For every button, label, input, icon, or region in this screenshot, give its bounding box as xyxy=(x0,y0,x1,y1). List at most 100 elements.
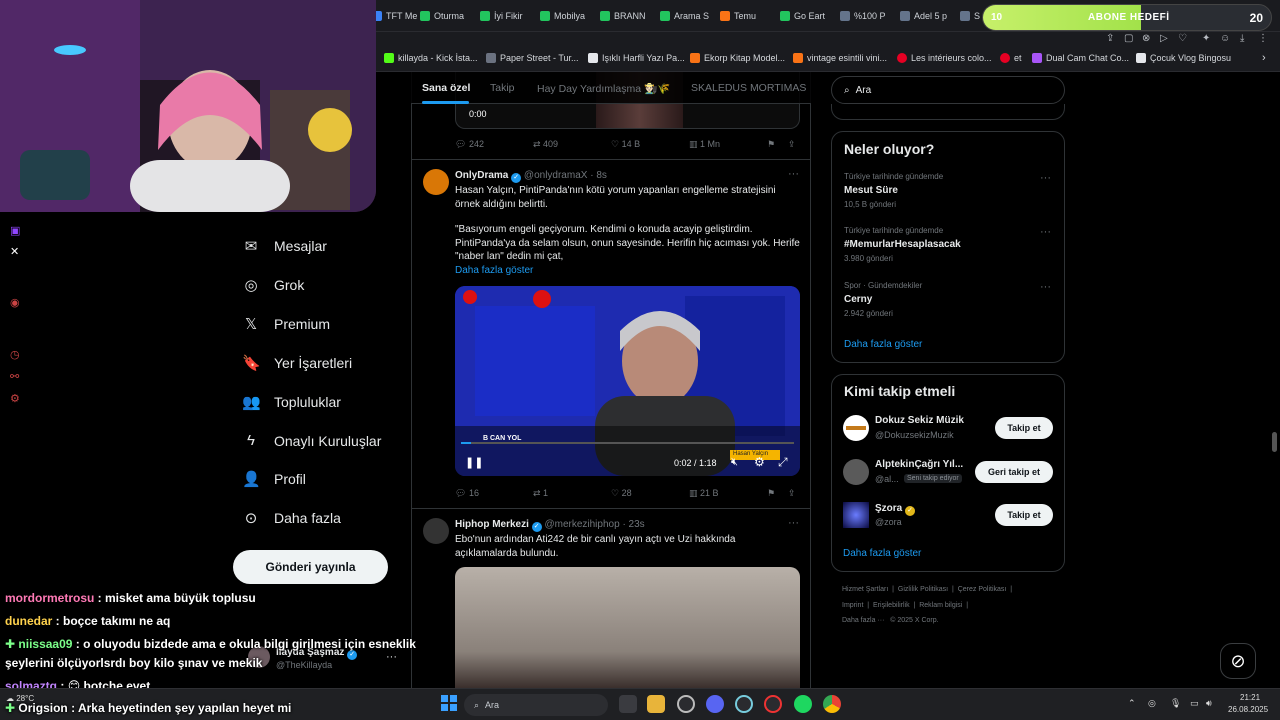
tab-following[interactable]: Takip xyxy=(490,82,515,94)
grok-floating-button[interactable]: ⊘ xyxy=(1220,643,1256,679)
extension-icon[interactable]: ▢ xyxy=(1124,33,1133,44)
tab-skaledus[interactable]: SKALEDUS MORTIMAS xyxy=(691,82,806,94)
tweet-time[interactable]: 8s xyxy=(596,170,607,181)
fullscreen-icon[interactable]: ⤢ xyxy=(778,455,788,470)
nav-more[interactable]: ⊙ Daha fazla xyxy=(242,509,341,527)
app-tray-icon[interactable]: ◎ xyxy=(1148,698,1156,709)
avatar[interactable] xyxy=(843,415,869,441)
bookmark-item[interactable]: vintage esintili vini... xyxy=(793,53,887,63)
footer-link[interactable]: Erişilebilirlik xyxy=(873,602,910,609)
bookmark-button[interactable]: ⚑ xyxy=(767,488,775,499)
browser-tab[interactable]: BRANN xyxy=(600,7,646,25)
follow-name[interactable]: Dokuz Sekiz Müzik xyxy=(875,415,964,426)
tweet-author-handle[interactable]: @merkezihiphop xyxy=(544,519,619,530)
trend-name[interactable]: Mesut Süre xyxy=(844,185,898,196)
avatar[interactable] xyxy=(423,169,449,195)
browser-tab[interactable]: İyi Fikir xyxy=(480,7,523,25)
footer-link[interactable]: Reklam bilgisi xyxy=(919,602,962,609)
opera-icon[interactable] xyxy=(764,695,782,713)
footer-link[interactable]: Imprint xyxy=(842,602,863,609)
tweet-author-handle[interactable]: @onlydramaX xyxy=(524,170,588,181)
follow-name[interactable]: AlptekinÇağrı Yıl... xyxy=(875,459,963,470)
nav-messages[interactable]: ✉ Mesajlar xyxy=(242,237,327,255)
nav-bookmarks[interactable]: 🔖 Yer İşaretleri xyxy=(242,354,352,372)
spotify-icon[interactable] xyxy=(794,695,812,713)
tweet-video[interactable]: B CAN YOL Hasan Yalçın ❚❚ 0:02 / 1:18 🔇︎… xyxy=(455,286,800,476)
bookmark-button[interactable]: ⚑ xyxy=(767,139,775,150)
share-button[interactable]: ⇪ xyxy=(788,488,796,499)
bookmark-item[interactable]: Çocuk Vlog Bingosu xyxy=(1136,53,1231,63)
more-icon[interactable]: ··· xyxy=(1040,226,1051,238)
show-more-link[interactable]: Daha fazla göster xyxy=(844,339,922,350)
reply-button[interactable]: 💬︎ 242 xyxy=(455,139,484,150)
trend-name[interactable]: #MemurlarHesaplasacak xyxy=(844,239,961,250)
bookmark-item[interactable]: killayda - Kick İsta... xyxy=(384,53,478,63)
trend-name[interactable]: Cerny xyxy=(844,294,872,305)
browser-tab[interactable]: TFT Me xyxy=(372,7,417,25)
task-view-icon[interactable] xyxy=(619,695,637,713)
post-button[interactable]: Gönderi yayınla xyxy=(233,550,388,584)
browser-tab[interactable]: S xyxy=(960,7,980,25)
app-icon[interactable] xyxy=(735,695,753,713)
browser-tab[interactable]: Arama S xyxy=(660,7,709,25)
more-icon[interactable]: ··· xyxy=(1040,281,1051,293)
avatar[interactable] xyxy=(843,502,869,528)
browser-tab[interactable]: Adel 5 p xyxy=(900,7,947,25)
pause-icon[interactable]: ❚❚ xyxy=(465,456,483,469)
chevron-right-icon[interactable]: › xyxy=(1262,52,1266,64)
chevron-up-icon[interactable]: ⌃ xyxy=(1128,698,1136,709)
clock-time[interactable]: 21:21 xyxy=(1240,693,1260,702)
tweet-author-name[interactable]: OnlyDrama xyxy=(455,170,508,181)
browser-tab[interactable]: Temu xyxy=(720,7,756,25)
repost-button[interactable]: ⇄ 409 xyxy=(533,139,558,150)
extensions-icon[interactable]: ✦ xyxy=(1202,33,1210,44)
follow-name[interactable]: Şzora ✓ xyxy=(875,503,916,516)
footer-link[interactable]: Çerez Politikası xyxy=(958,586,1007,593)
bookmark-item[interactable]: Paper Street - Tur... xyxy=(486,53,579,63)
avatar[interactable] xyxy=(423,518,449,544)
reply-button[interactable]: 💬︎ 16 xyxy=(455,488,479,499)
nav-premium[interactable]: 𝕏 Premium xyxy=(242,315,330,333)
follow-back-button[interactable]: Geri takip et xyxy=(975,461,1053,483)
follow-button[interactable]: Takip et xyxy=(995,417,1053,439)
settings-app-icon[interactable] xyxy=(677,695,695,713)
more-icon[interactable]: ··· xyxy=(788,517,799,529)
weather[interactable]: ☁ 28°C xyxy=(6,694,34,703)
browser-tab[interactable]: Mobilya xyxy=(540,7,585,25)
browser-tab[interactable]: Oturma xyxy=(420,7,464,25)
volume-icon[interactable]: 🔊︎ xyxy=(1206,698,1212,709)
taskbar-search[interactable]: ⌕ Ara xyxy=(464,694,608,716)
windows-start-icon[interactable] xyxy=(441,695,457,711)
tweet-image[interactable] xyxy=(455,567,800,688)
repost-button[interactable]: ⇄ 1 xyxy=(533,488,548,499)
heart-icon[interactable]: ♡ xyxy=(1178,33,1187,44)
file-explorer-icon[interactable] xyxy=(647,695,665,713)
footer-link[interactable]: Daha fazla ··· xyxy=(842,617,884,624)
nav-communities[interactable]: 👥 Topluluklar xyxy=(242,393,341,411)
bookmark-item[interactable]: Işıklı Harfli Yazı Pa... xyxy=(588,53,685,63)
network-icon[interactable]: ▭ xyxy=(1190,698,1199,709)
browser-tab[interactable]: %100 P xyxy=(840,7,886,25)
show-more-link[interactable]: Daha fazla göster xyxy=(455,264,800,278)
nav-grok[interactable]: ◎ Grok xyxy=(242,276,304,294)
bookmark-item[interactable]: Dual Cam Chat Co... xyxy=(1032,53,1129,63)
nav-verified-orgs[interactable]: ϟ Onaylı Kuruluşlar xyxy=(242,432,381,449)
like-button[interactable]: ♡ 28 xyxy=(611,488,632,499)
play-icon[interactable]: ▷ xyxy=(1160,33,1168,44)
views-button[interactable]: ▥ 1 Mn xyxy=(689,139,720,150)
discord-icon[interactable] xyxy=(706,695,724,713)
profile-icon[interactable]: ☺ xyxy=(1220,33,1230,44)
settings-icon[interactable]: ⚙ xyxy=(754,455,765,469)
tweet-author-name[interactable]: Hiphop Merkezi xyxy=(455,519,529,530)
footer-link[interactable]: Hizmet Şartları xyxy=(842,586,888,593)
tab-hay-day[interactable]: Hay Day Yardımlaşma 👨🏻‍🌾🌾 xyxy=(537,82,670,95)
nav-profile[interactable]: 👤 Profil xyxy=(242,470,306,488)
scrollbar[interactable] xyxy=(1272,432,1277,452)
show-more-link[interactable]: Daha fazla göster xyxy=(843,548,921,559)
avatar[interactable] xyxy=(843,459,869,485)
search-input[interactable]: ⌕ Ara xyxy=(831,76,1065,104)
microphone-icon[interactable]: 🎙︎ xyxy=(1170,698,1181,709)
more-icon[interactable]: ··· xyxy=(386,651,397,663)
download-icon[interactable]: ⤓ xyxy=(1240,33,1244,44)
extension-icon[interactable]: ⊗ xyxy=(1142,33,1150,44)
